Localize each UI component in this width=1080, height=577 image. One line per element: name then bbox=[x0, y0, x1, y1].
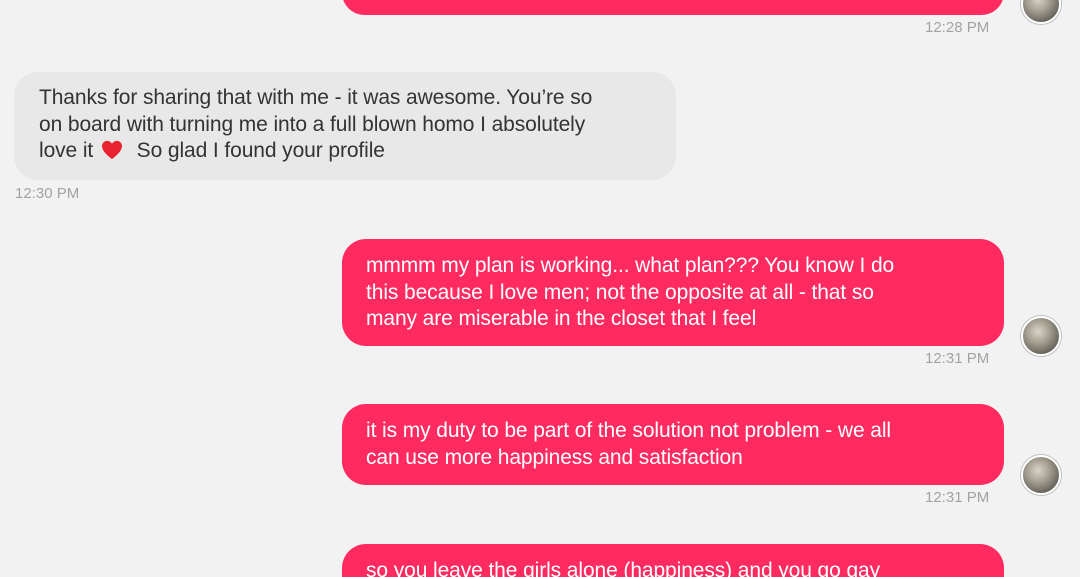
message-line: so you leave the girls alone (happiness)… bbox=[366, 559, 881, 577]
message-line: on board with turning me into a full blo… bbox=[39, 112, 586, 136]
message-line: mmmm my plan is working... what plan??? … bbox=[366, 254, 895, 277]
sent-message-bubble[interactable] bbox=[342, 0, 1004, 15]
sent-message-bubble[interactable]: it is my duty to be part of the solution… bbox=[342, 404, 1004, 485]
message-line: love it So glad I found your profile bbox=[39, 138, 651, 165]
message-text: love it bbox=[39, 139, 94, 162]
red-heart-icon bbox=[101, 140, 122, 160]
message-line: it is my duty to be part of the solution… bbox=[366, 419, 891, 442]
message-timestamp: 12:30 PM bbox=[15, 185, 80, 202]
message-text: So glad I found your profile bbox=[136, 139, 385, 162]
received-message-bubble[interactable]: Thanks for sharing that with me - it was… bbox=[14, 72, 676, 180]
message-line: many are miserable in the closet that I … bbox=[366, 307, 757, 330]
message-line: can use more happiness and satisfaction bbox=[366, 445, 743, 469]
message-timestamp: 12:28 PM bbox=[925, 19, 990, 36]
sent-message-bubble[interactable]: mmmm my plan is working... what plan??? … bbox=[342, 239, 1004, 346]
chat-thread: 12:28 PM Thanks for sharing that with me… bbox=[0, 0, 1080, 577]
message-line: Thanks for sharing that with me - it was… bbox=[39, 86, 593, 109]
avatar[interactable] bbox=[1021, 0, 1061, 24]
avatar[interactable] bbox=[1021, 316, 1061, 356]
message-timestamp: 12:31 PM bbox=[925, 350, 990, 367]
message-line: this because I love men; not the opposit… bbox=[366, 280, 874, 304]
message-timestamp: 12:31 PM bbox=[925, 489, 990, 506]
avatar[interactable] bbox=[1021, 455, 1061, 495]
sent-message-bubble[interactable]: so you leave the girls alone (happiness)… bbox=[342, 544, 1004, 577]
